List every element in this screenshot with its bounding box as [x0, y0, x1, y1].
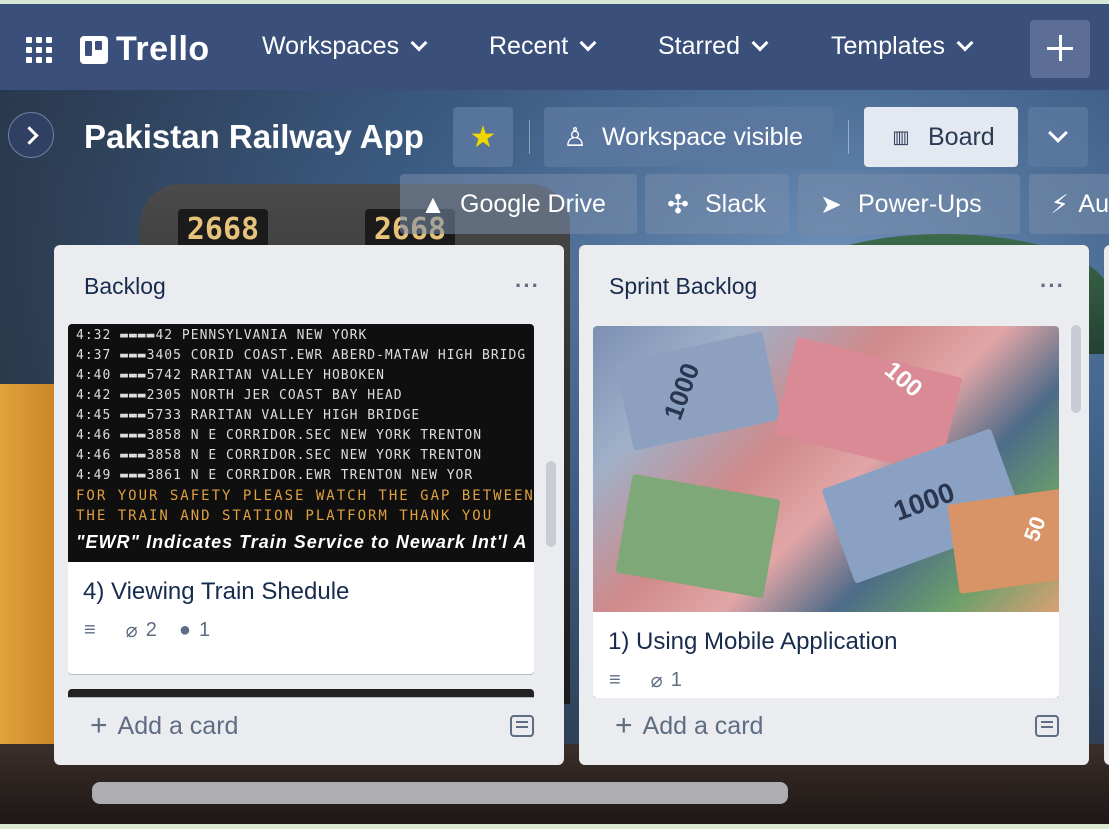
nav-workspaces-label: Workspaces — [262, 32, 400, 60]
chevron-down-icon — [579, 34, 597, 51]
card-template-icon[interactable] — [1035, 715, 1059, 737]
nav-templates-label: Templates — [831, 32, 945, 60]
list-backlog: Backlog ··· 4:32 ▬▬▬▬42 PENNSYLVANIA NEW… — [54, 245, 564, 765]
card-template-icon[interactable] — [510, 715, 534, 737]
card-partial[interactable] — [68, 689, 534, 697]
schedule-row: 4:46 ▬▬▬3858 N E CORRIDOR.SEC NEW YORK T… — [76, 448, 483, 463]
sidebar-expand-button[interactable] — [8, 112, 54, 158]
star-icon: ★ — [469, 120, 497, 154]
powerups-label: Power-Ups — [858, 189, 982, 218]
rocket-icon: ➤ — [820, 188, 842, 219]
list-sprint-backlog: Sprint Backlog ··· 1000 100 1000 50 1) U… — [579, 245, 1089, 765]
nav-starred[interactable]: Starred — [658, 32, 769, 61]
schedule-row: 4:49 ▬▬▬3861 N E CORRIDOR.EWR TRENTON NE… — [76, 468, 474, 483]
board-view-icon: ▥ — [892, 126, 910, 147]
card-title: 4) Viewing Train Shedule — [83, 578, 350, 605]
list-title[interactable]: Backlog — [84, 273, 166, 300]
board-view-button[interactable]: ▥ Board — [864, 107, 1018, 167]
lightning-icon: ⚡ — [1050, 188, 1069, 219]
board-page: 2668 2668 Trello Workspaces Recent Starr… — [0, 4, 1109, 824]
powerup-google-drive[interactable]: ▲ Google Drive — [400, 174, 637, 234]
list-scrollbar[interactable] — [1071, 325, 1081, 413]
board-horizontal-scrollbar[interactable] — [92, 782, 788, 804]
add-card-label: Add a card — [117, 711, 239, 740]
nav-templates[interactable]: Templates — [831, 32, 974, 61]
view-switcher-button[interactable] — [1028, 107, 1088, 167]
schedule-row: 4:37 ▬▬▬3405 CORID COAST.EWR ABERD-MATAW… — [76, 348, 527, 363]
plus-icon: + — [615, 709, 633, 742]
trello-logo-icon — [80, 35, 108, 64]
add-card-label: Add a card — [642, 711, 764, 740]
paperclip-icon: ⌀ — [125, 620, 138, 642]
schedule-footer: "EWR" Indicates Train Service to Newark … — [76, 532, 528, 552]
attachments-count: 2 — [145, 619, 157, 641]
card-title: 1) Using Mobile Application — [608, 628, 898, 655]
add-card-button[interactable]: + Add a card — [615, 709, 763, 743]
attachments-count: 1 — [670, 669, 682, 691]
create-button[interactable] — [1030, 20, 1090, 78]
slack-icon: ✣ — [667, 188, 689, 219]
top-nav-bar: Trello Workspaces Recent Starred Templat… — [0, 4, 1109, 90]
description-icon: ≡ — [84, 619, 96, 641]
github-count: 1 — [198, 619, 211, 641]
automation-button[interactable]: ⚡ Au — [1029, 174, 1109, 234]
visibility-button[interactable]: ♙ Workspace visible — [544, 107, 833, 167]
card-cover-image: 4:32 ▬▬▬▬42 PENNSYLVANIA NEW YORK 4:37 ▬… — [68, 324, 534, 562]
description-badge: ≡ — [84, 619, 104, 642]
nav-starred-label: Starred — [658, 32, 740, 60]
attachments-badge: ⌀ 1 — [651, 668, 682, 693]
list-title[interactable]: Sprint Backlog — [609, 273, 757, 300]
background-train-side — [0, 384, 60, 744]
schedule-warning: THE TRAIN AND STATION PLATFORM THANK YOU — [76, 508, 494, 524]
chevron-down-icon — [410, 34, 428, 51]
visibility-label: Workspace visible — [602, 122, 804, 151]
attachments-badge: ⌀ 2 — [126, 618, 157, 643]
chevron-down-icon — [1048, 123, 1068, 143]
description-icon: ≡ — [609, 669, 621, 691]
schedule-row: 4:45 ▬▬▬5733 RARITAN VALLEY HIGH BRIDGE — [76, 408, 421, 423]
card-badges: ≡ ⌀ 2 ● 1 — [68, 606, 534, 657]
star-board-button[interactable]: ★ — [453, 107, 513, 167]
nav-recent[interactable]: Recent — [489, 32, 597, 61]
github-icon: ● — [178, 619, 191, 641]
board-view-label: Board — [928, 122, 995, 151]
nav-workspaces[interactable]: Workspaces — [262, 32, 428, 61]
people-icon: ♙ — [563, 121, 587, 152]
card-cover-image: 1000 100 1000 50 — [593, 326, 1059, 612]
schedule-row: 4:42 ▬▬▬2305 NORTH JER COAST BAY HEAD — [76, 388, 403, 403]
powerups-button[interactable]: ➤ Power-Ups — [798, 174, 1020, 234]
add-card-button[interactable]: + Add a card — [90, 709, 238, 743]
google-drive-icon: ▲ — [420, 188, 446, 219]
plus-icon: + — [90, 709, 108, 742]
trello-logo-text: Trello — [116, 30, 210, 68]
list-menu-button[interactable]: ··· — [1040, 273, 1065, 299]
trello-logo[interactable]: Trello — [80, 30, 210, 69]
list-menu-button[interactable]: ··· — [515, 273, 540, 299]
chevron-down-icon — [751, 34, 769, 51]
card-viewing-train-schedule[interactable]: 4:32 ▬▬▬▬42 PENNSYLVANIA NEW YORK 4:37 ▬… — [68, 324, 534, 674]
schedule-row: 4:40 ▬▬▬5742 RARITAN VALLEY HOBOKEN — [76, 368, 385, 383]
powerup-google-drive-label: Google Drive — [460, 189, 606, 218]
schedule-row: 4:46 ▬▬▬3858 N E CORRIDOR.SEC NEW YORK T… — [76, 428, 483, 443]
github-badge: ● 1 — [179, 619, 210, 642]
description-badge: ≡ — [609, 669, 629, 692]
banknote-shape — [615, 473, 781, 599]
schedule-row: 4:32 ▬▬▬▬42 PENNSYLVANIA NEW YORK — [76, 328, 368, 343]
header-divider — [848, 120, 849, 154]
powerup-slack-label: Slack — [705, 189, 767, 218]
card-badges: ≡ ⌀ 1 — [593, 656, 1059, 698]
app-switcher-icon[interactable] — [26, 37, 52, 63]
nav-recent-label: Recent — [489, 32, 569, 60]
board-title[interactable]: Pakistan Railway App — [84, 118, 424, 156]
header-divider — [529, 120, 530, 154]
engine-number-left: 2668 — [178, 209, 268, 249]
chevron-down-icon — [956, 34, 974, 51]
schedule-warning: FOR YOUR SAFETY PLEASE WATCH THE GAP BET… — [76, 488, 534, 504]
card-using-mobile-application[interactable]: 1000 100 1000 50 1) Using Mobile Applica… — [593, 326, 1059, 698]
list-scrollbar[interactable] — [546, 461, 556, 547]
powerup-slack[interactable]: ✣ Slack — [645, 174, 789, 234]
list-partial — [1104, 245, 1109, 765]
paperclip-icon: ⌀ — [650, 670, 663, 692]
automation-label: Au — [1078, 189, 1109, 218]
